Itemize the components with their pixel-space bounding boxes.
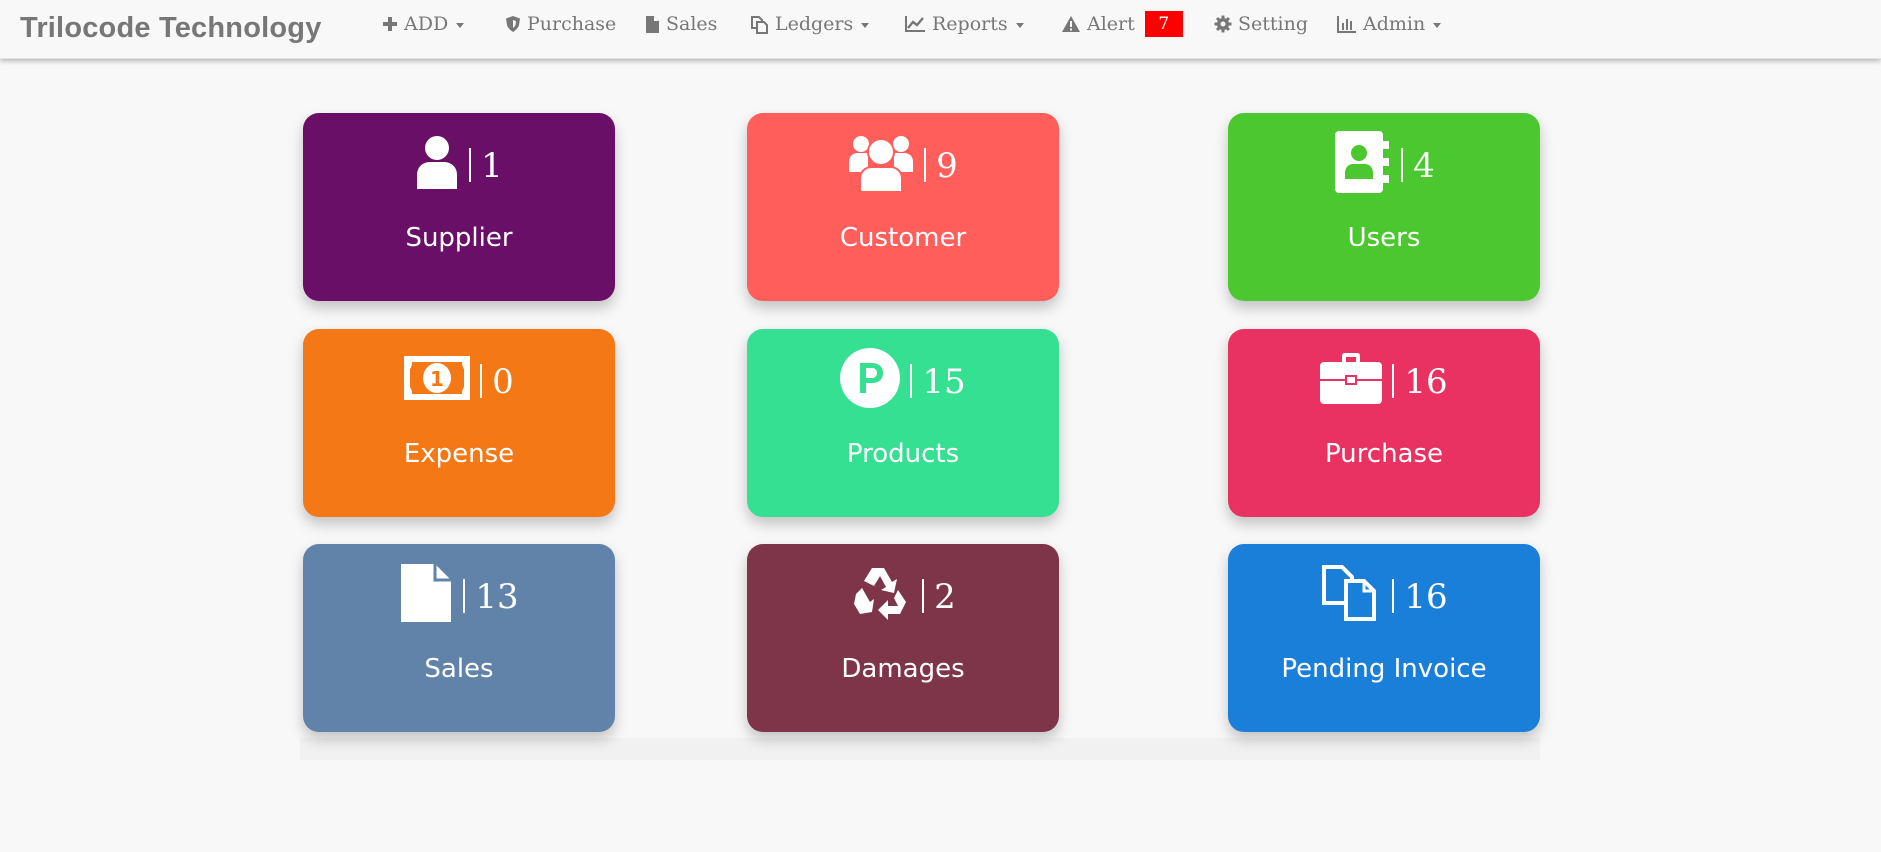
card-count: 2 [934,577,956,617]
nav-purchase[interactable]: Purchase [505,10,616,38]
nav-alert[interactable]: Alert 7 [1061,10,1183,38]
recycle-icon [854,568,907,620]
nav-ledgers[interactable]: Ledgers [750,10,870,38]
nav-sales[interactable]: Sales [645,10,717,38]
card-damages[interactable]: 2 Damages [747,544,1059,732]
gear-icon [1214,15,1232,33]
line-chart-icon [905,16,925,32]
file-icon [401,564,452,622]
brand-title[interactable]: Trilocode Technology [20,12,322,45]
card-label: Users [1347,223,1421,253]
money-bill-icon: 1 [404,356,471,400]
copy-icon [1322,565,1377,621]
card-label: Purchase [1324,439,1444,469]
chevron-down-icon [861,23,870,28]
nav-alert-label: Alert [1087,13,1135,35]
briefcase-icon [1320,353,1383,404]
nav-admin-label: Admin [1363,13,1426,35]
alert-count-badge: 7 [1144,11,1183,37]
file-icon [646,15,659,33]
card-sales[interactable]: 13 Sales [303,544,615,732]
card-label: Damages [841,654,965,684]
card-label: Pending Invoice [1281,654,1487,684]
card-count: 16 [1404,577,1448,617]
plus-icon [383,17,397,31]
card-count: 15 [922,362,966,402]
card-users[interactable]: 4 Users [1228,113,1540,301]
card-products[interactable]: 15 Products [747,329,1059,517]
card-label: Products [846,439,960,469]
card-supplier[interactable]: 1 Supplier [303,113,615,301]
nav-admin[interactable]: Admin [1337,10,1442,38]
card-count: 1 [481,146,503,186]
card-label: Sales [424,654,494,684]
chevron-down-icon [1015,23,1024,28]
users-icon [849,136,914,192]
nav-add[interactable]: ADD [382,10,465,38]
chevron-down-icon [1433,23,1442,28]
address-book-icon [1335,131,1390,193]
warning-icon [1062,16,1080,32]
bar-chart-icon [1337,16,1356,33]
nav-sales-label: Sales [666,13,718,35]
content-bottom-edge [300,738,1540,760]
card-customer[interactable]: 9 Customer [747,113,1059,301]
card-count: 4 [1413,146,1435,186]
product-p-icon [840,348,901,408]
nav-setting[interactable]: Setting [1214,10,1308,38]
card-count: 13 [475,577,519,617]
chevron-down-icon [456,23,465,28]
copy-icon [751,15,768,34]
card-label: Expense [403,439,515,469]
svg-text:1: 1 [430,367,444,391]
nav-purchase-label: Purchase [527,13,617,35]
card-count: 16 [1404,362,1448,402]
nav-reports-label: Reports [932,13,1008,35]
card-label: Supplier [405,223,513,253]
nav-setting-label: Setting [1238,13,1309,35]
navbar: Trilocode Technology ADD Purchase Sales … [0,0,1881,59]
card-pending-invoice[interactable]: 16 Pending Invoice [1228,544,1540,732]
card-count: 9 [936,146,958,186]
card-purchase[interactable]: 16 Purchase [1228,329,1540,517]
card-expense[interactable]: 1 0 Expense [303,329,615,517]
user-icon [417,136,458,189]
nav-reports[interactable]: Reports [904,10,1024,38]
card-label: Customer [839,223,967,253]
shield-icon [506,16,520,32]
nav-ledgers-label: Ledgers [775,13,854,35]
nav-add-label: ADD [404,13,449,35]
card-count: 0 [492,362,514,402]
